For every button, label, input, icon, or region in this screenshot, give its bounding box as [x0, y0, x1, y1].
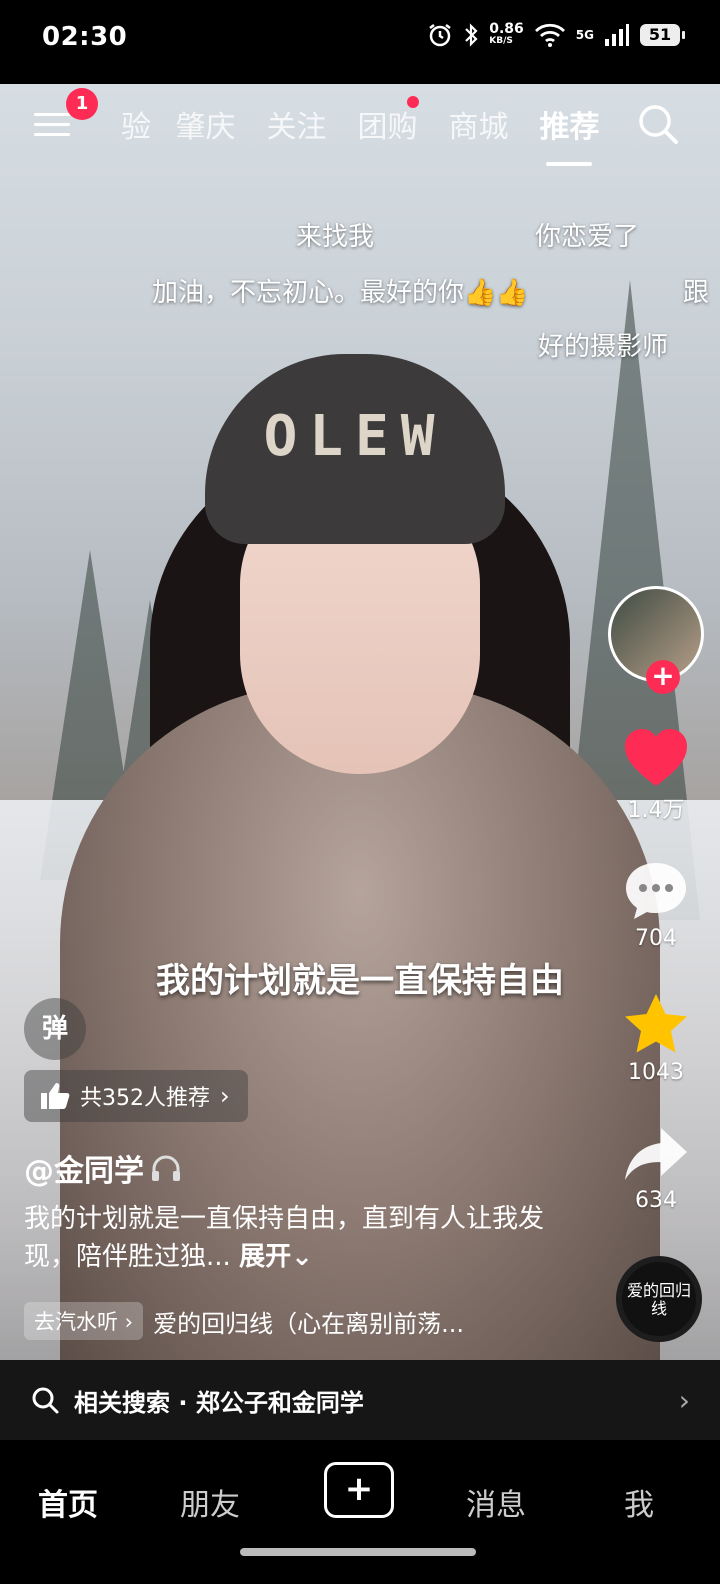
- menu-icon[interactable]: [34, 106, 70, 146]
- favorite-count: 1043: [628, 1060, 684, 1085]
- status-bar: 02:30 0.86 KB/S 5G 51: [0, 0, 720, 84]
- like-count: 1.4万: [627, 798, 685, 823]
- tab-following[interactable]: 关注: [251, 102, 342, 146]
- tab-mall[interactable]: 商城: [433, 102, 524, 146]
- comment-button[interactable]: 704: [608, 860, 704, 951]
- nav-me[interactable]: 我: [624, 1480, 654, 1524]
- favorite-button[interactable]: 1043: [608, 992, 704, 1085]
- home-indicator[interactable]: [240, 1548, 476, 1556]
- status-time: 02:30: [42, 22, 128, 52]
- comment-count: 704: [635, 926, 677, 951]
- music-row[interactable]: 去汽水听 › 爱的回归线（心在离别前荡...: [24, 1302, 464, 1340]
- like-button[interactable]: 1.4万: [608, 728, 704, 824]
- danmaku-toggle[interactable]: 弹: [24, 998, 86, 1060]
- share-icon: [625, 1128, 687, 1180]
- search-icon[interactable]: [636, 102, 680, 146]
- thumbs-up-icon: [41, 1083, 70, 1109]
- headphones-icon: [152, 1155, 180, 1181]
- related-search-bar[interactable]: 相关搜索 · 郑公子和金同学 ›: [0, 1360, 720, 1440]
- danmaku-item: 加油，不忘初心。最好的你👍👍: [152, 278, 529, 308]
- danmaku-item: 跟: [683, 278, 710, 308]
- battery-indicator: 51: [640, 24, 685, 46]
- nav-home[interactable]: 首页: [38, 1480, 98, 1524]
- search-icon: [32, 1387, 59, 1414]
- create-button[interactable]: +: [324, 1462, 394, 1518]
- music-tag[interactable]: 去汽水听 ›: [24, 1302, 144, 1340]
- net-speed: 0.86 KB/S: [489, 21, 524, 46]
- heart-icon: [625, 729, 687, 786]
- expand-button[interactable]: 展开⌄: [239, 1242, 313, 1272]
- tab-experience[interactable]: 验: [112, 102, 160, 146]
- menu-badge: 1: [66, 88, 98, 120]
- video-subtitle: 我的计划就是一直保持自由: [156, 961, 564, 1001]
- tab-recommend[interactable]: 推荐: [524, 102, 615, 166]
- danmaku-item: 你恋爱了: [535, 222, 640, 252]
- tab-group-buy[interactable]: 团购: [342, 96, 433, 146]
- author-name[interactable]: @金同学: [24, 1146, 182, 1190]
- recommend-pill[interactable]: 共352人推荐 ›: [24, 1070, 248, 1122]
- related-search-label: 相关搜索 · 郑公子和金同学: [74, 1388, 364, 1417]
- wifi-icon: [534, 23, 565, 47]
- share-count: 634: [635, 1188, 677, 1213]
- status-icons: 0.86 KB/S 5G 51: [427, 21, 685, 48]
- hat-text: OLEW: [263, 404, 447, 469]
- share-button[interactable]: 634: [608, 1124, 704, 1213]
- bluetooth-icon: [465, 23, 478, 47]
- notification-dot: [407, 96, 419, 108]
- danmaku-item: 好的摄影师: [538, 332, 669, 362]
- recommend-label: 共352人推荐: [80, 1086, 210, 1111]
- music-title: 爱的回归线（心在离别前荡...: [153, 1309, 464, 1338]
- follow-button[interactable]: +: [646, 660, 680, 694]
- signal-icon: [605, 24, 629, 46]
- video-description: 我的计划就是一直保持自由，直到有人让我发现，陪伴胜过独... 展开⌄: [24, 1204, 545, 1272]
- bottom-nav: 首页 朋友 + 消息 我: [0, 1440, 720, 1584]
- chevron-right-icon: ›: [678, 1384, 690, 1417]
- top-tabs: 验 肇庆 关注 团购 商城 推荐: [112, 96, 615, 166]
- alarm-icon: [429, 24, 451, 47]
- top-nav: 1 验 肇庆 关注 团购 商城 推荐: [0, 84, 720, 174]
- nav-messages[interactable]: 消息: [466, 1480, 526, 1524]
- network-type: 5G: [575, 28, 594, 42]
- danmaku-item: 来找我: [296, 222, 375, 252]
- music-disc[interactable]: 爱的回归线: [616, 1256, 702, 1342]
- comment-icon: [626, 863, 686, 919]
- chevron-down-icon: ⌄: [291, 1242, 313, 1272]
- nav-friends[interactable]: 朋友: [180, 1480, 240, 1524]
- tab-zhaoqing[interactable]: 肇庆: [160, 102, 251, 146]
- chevron-right-icon: ›: [220, 1082, 230, 1110]
